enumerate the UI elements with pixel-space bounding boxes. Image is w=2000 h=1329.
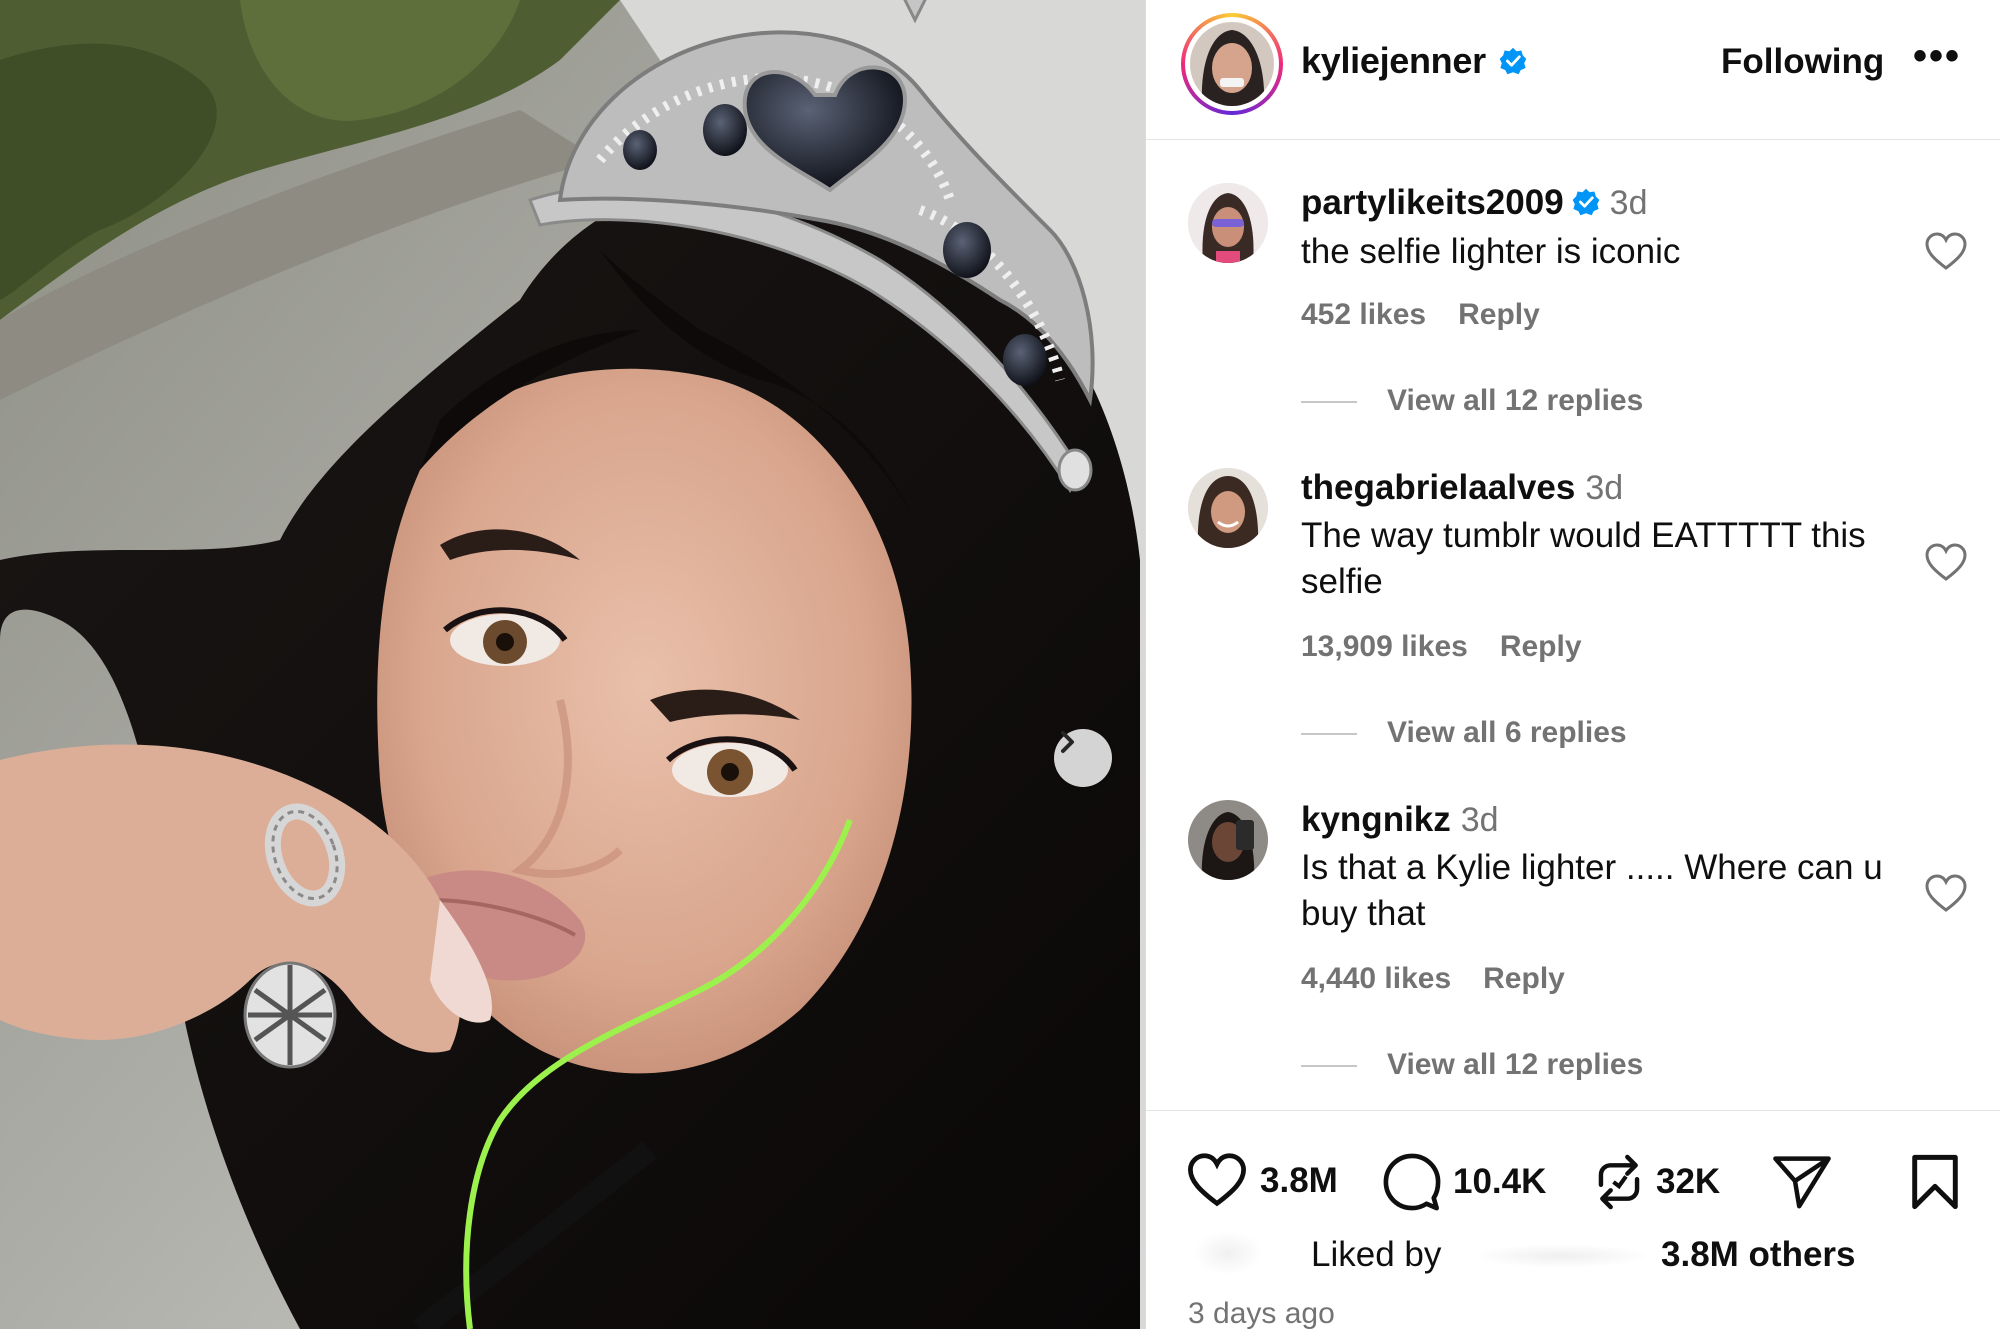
comment-count: 10.4K [1453, 1162, 1547, 1201]
view-replies-button[interactable]: View all 12 replies [1301, 1048, 1643, 1082]
view-replies-button[interactable]: View all 6 replies [1301, 716, 1627, 750]
comment-time[interactable]: 3d [1461, 801, 1499, 839]
view-replies-label: View all 12 replies [1387, 384, 1644, 417]
post-timestamp[interactable]: 3 days ago [1188, 1297, 1335, 1329]
comment-button[interactable]: 10.4K [1383, 1153, 1546, 1211]
commenter-avatar[interactable] [1188, 800, 1268, 880]
post-header: kyliejenner Following ••• [1146, 0, 2000, 140]
following-button[interactable]: Following [1721, 42, 1884, 82]
comment-username[interactable]: kyngnikz [1301, 800, 1451, 839]
post-details-panel: kyliejenner Following ••• partylikeits20… [1145, 0, 2000, 1329]
divider-line [1301, 733, 1357, 736]
commenter-avatar[interactable] [1188, 183, 1268, 263]
share-icon [1773, 1156, 1831, 1209]
commenter-avatar[interactable] [1188, 468, 1268, 548]
like-count: 3.8M [1260, 1161, 1338, 1200]
heart-icon[interactable] [1924, 543, 1968, 583]
comment-username[interactable]: thegabrielaalves [1301, 468, 1575, 507]
comment-likes[interactable]: 452 likes [1301, 298, 1426, 331]
like-button[interactable]: 3.8M [1186, 1153, 1338, 1209]
reply-button[interactable]: Reply [1500, 630, 1582, 663]
comment-time[interactable]: 3d [1585, 469, 1623, 507]
repost-count: 32K [1656, 1162, 1721, 1201]
liker-avatar[interactable] [1193, 1231, 1263, 1275]
view-replies-button[interactable]: View all 12 replies [1301, 384, 1643, 418]
view-replies-label: View all 12 replies [1387, 1048, 1644, 1081]
reply-button[interactable]: Reply [1458, 298, 1540, 331]
repost-icon [1598, 1154, 1640, 1210]
verified-badge-icon [1499, 47, 1527, 80]
comment-time[interactable]: 3d [1610, 184, 1648, 222]
divider-line [1301, 401, 1357, 404]
ring-cocktail [243, 961, 337, 1069]
owner-avatar[interactable] [1181, 13, 1283, 115]
reply-button[interactable]: Reply [1483, 962, 1565, 995]
bookmark-icon [1912, 1154, 1958, 1210]
verified-badge-icon [1572, 185, 1600, 225]
comment-likes[interactable]: 4,440 likes [1301, 962, 1451, 995]
heart-icon[interactable] [1924, 232, 1968, 272]
owner-avatar-image [1190, 22, 1274, 106]
liked-by-others-link[interactable]: 3.8M others [1661, 1235, 1856, 1275]
view-replies-label: View all 6 replies [1387, 716, 1627, 749]
comment-text: Is that a Kylie lighter ..... Where can … [1301, 848, 1883, 933]
save-button[interactable] [1910, 1153, 1960, 1211]
comment-likes[interactable]: 13,909 likes [1301, 630, 1468, 663]
next-photo-button[interactable] [1054, 729, 1112, 787]
heart-icon[interactable] [1924, 874, 1968, 914]
comment-text: the selfie lighter is iconic [1301, 232, 1681, 271]
comment-username[interactable]: partylikeits2009 [1301, 183, 1564, 222]
post-photo[interactable] [0, 0, 1145, 1329]
chevron-right-icon [1061, 731, 1074, 753]
owner-username[interactable]: kyliejenner [1301, 40, 1486, 82]
divider-line [1301, 1065, 1357, 1068]
share-button[interactable] [1771, 1153, 1833, 1209]
liker-name-redacted[interactable] [1476, 1245, 1646, 1267]
comment-text: The way tumblr would EATTTTT this selfie [1301, 516, 1866, 601]
repost-button[interactable]: 32K [1594, 1153, 1720, 1211]
selfie-image [0, 0, 1145, 1329]
liked-by-label: Liked by [1311, 1235, 1442, 1274]
more-options-button[interactable]: ••• [1913, 34, 1961, 79]
heart-icon [1188, 1153, 1246, 1207]
comment-icon [1383, 1153, 1441, 1211]
